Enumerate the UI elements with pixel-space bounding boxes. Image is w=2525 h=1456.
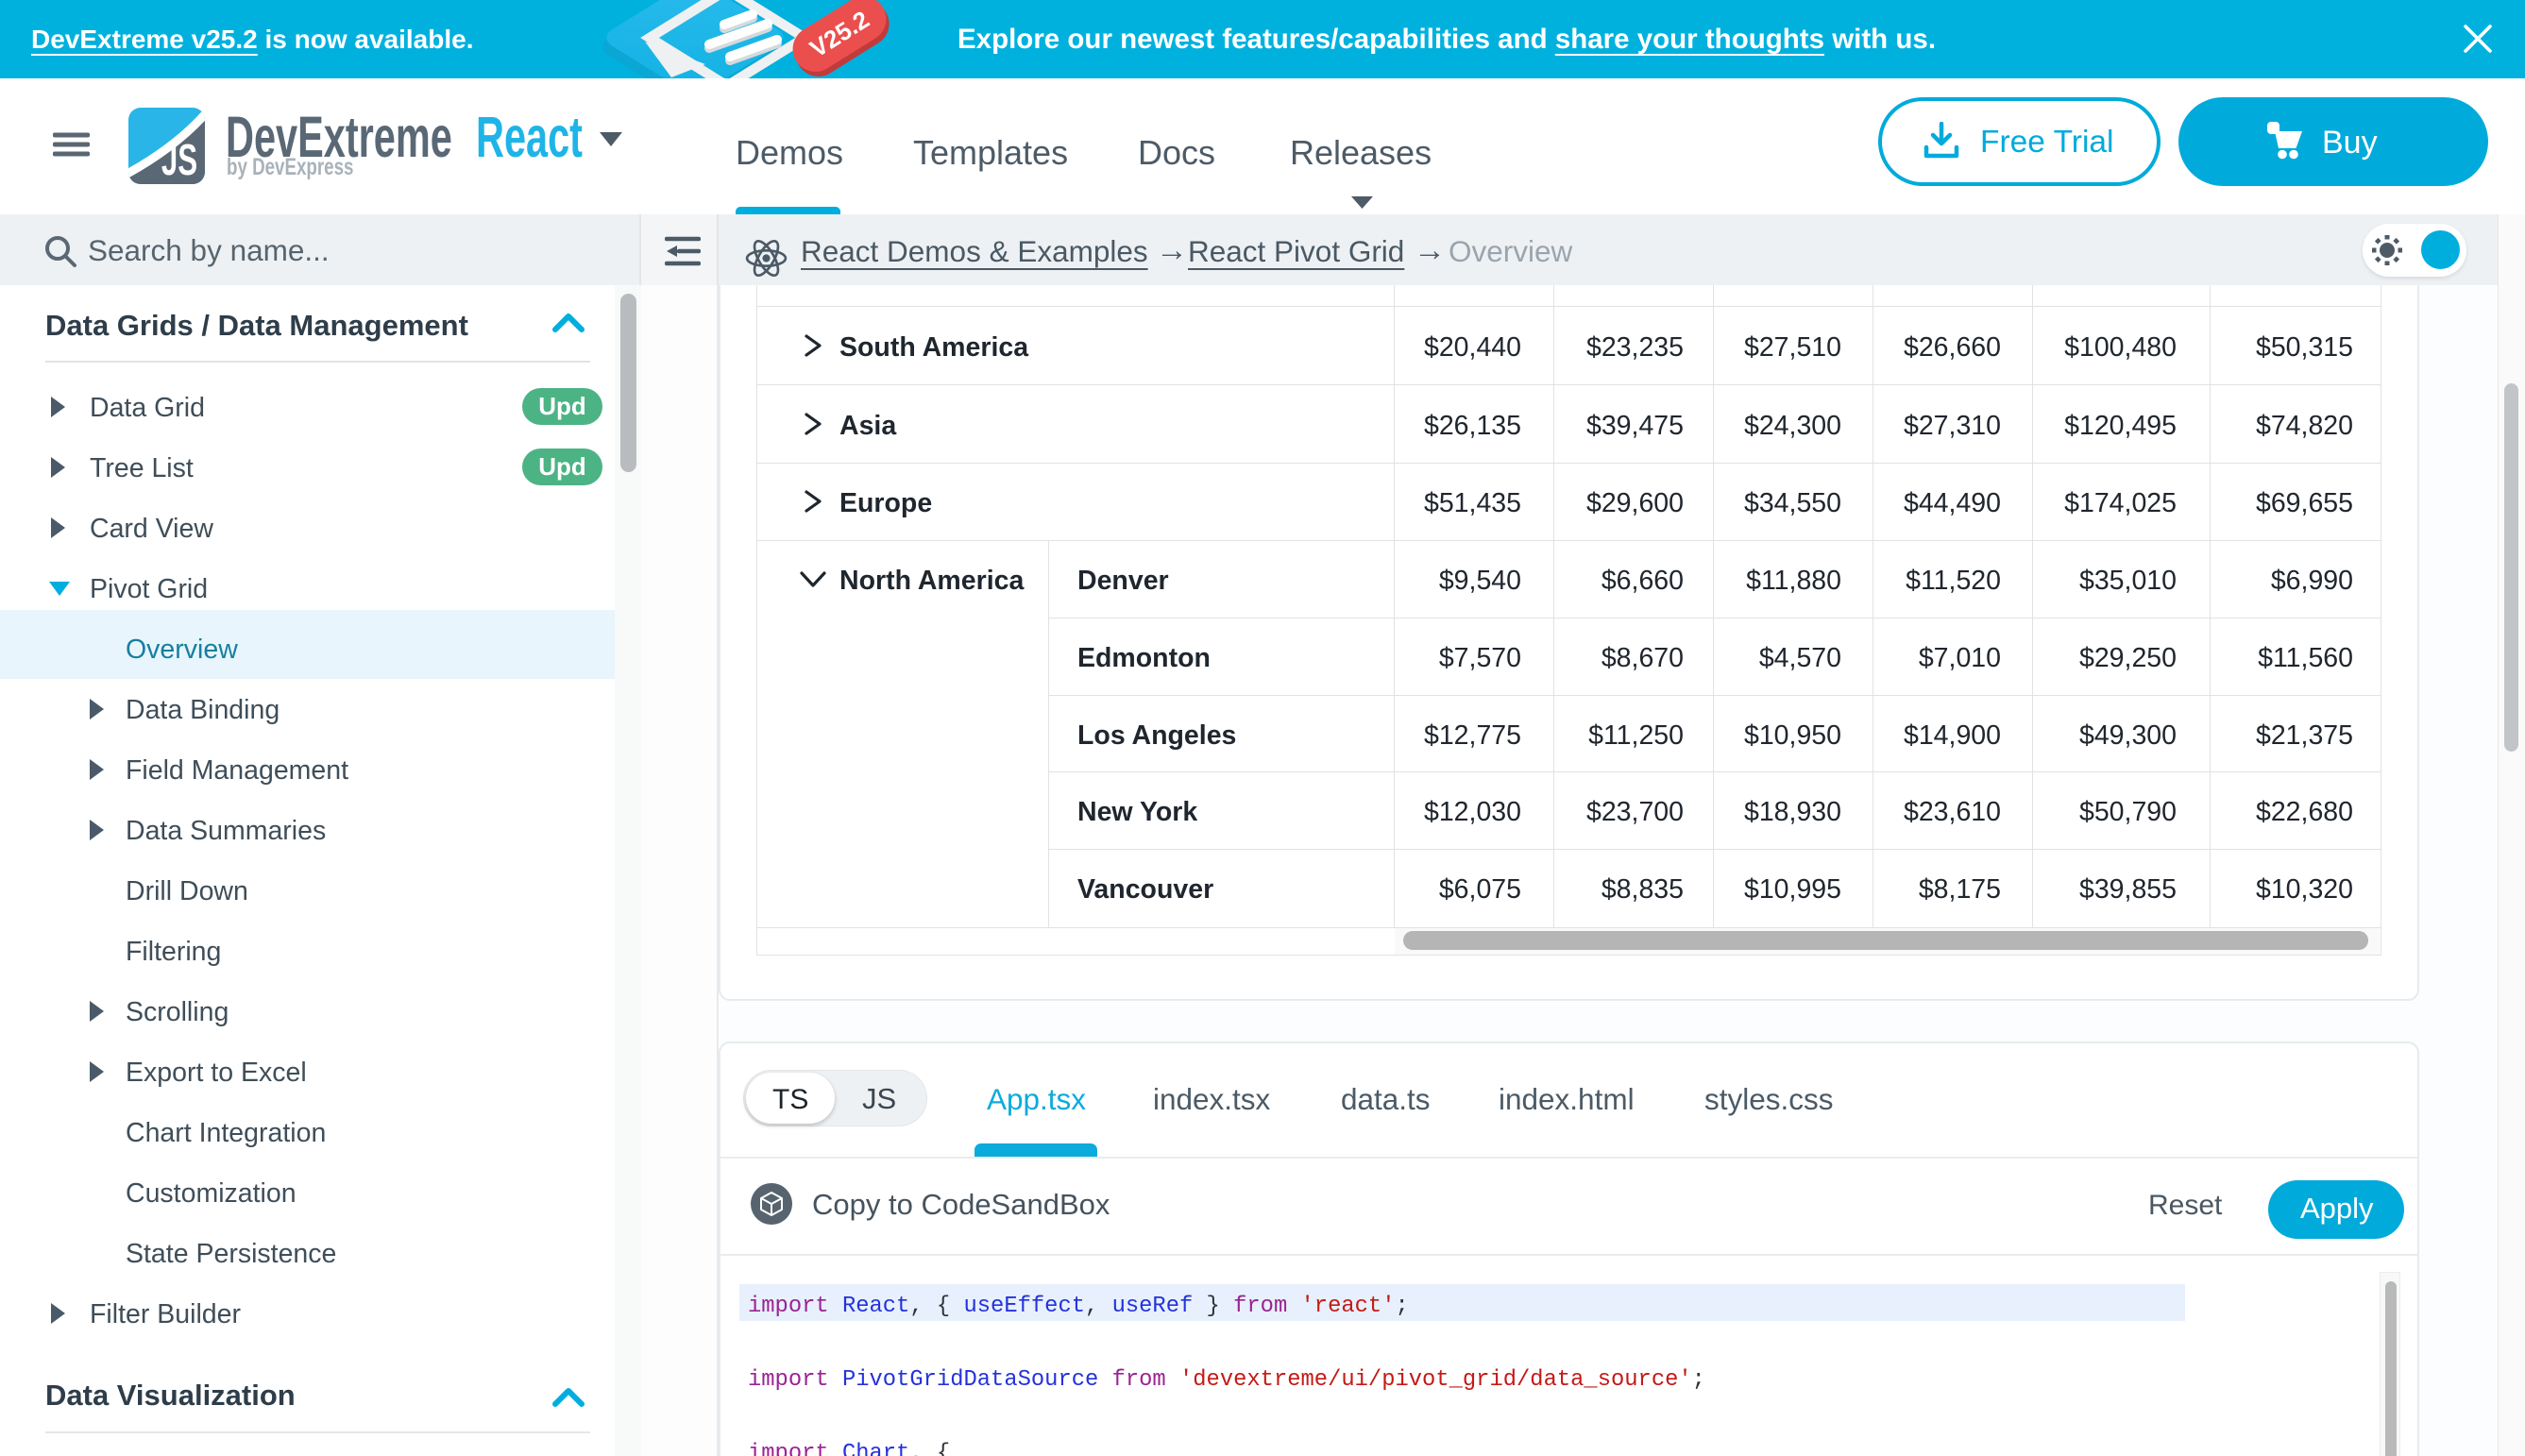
svg-text:JS: JS xyxy=(161,136,197,184)
